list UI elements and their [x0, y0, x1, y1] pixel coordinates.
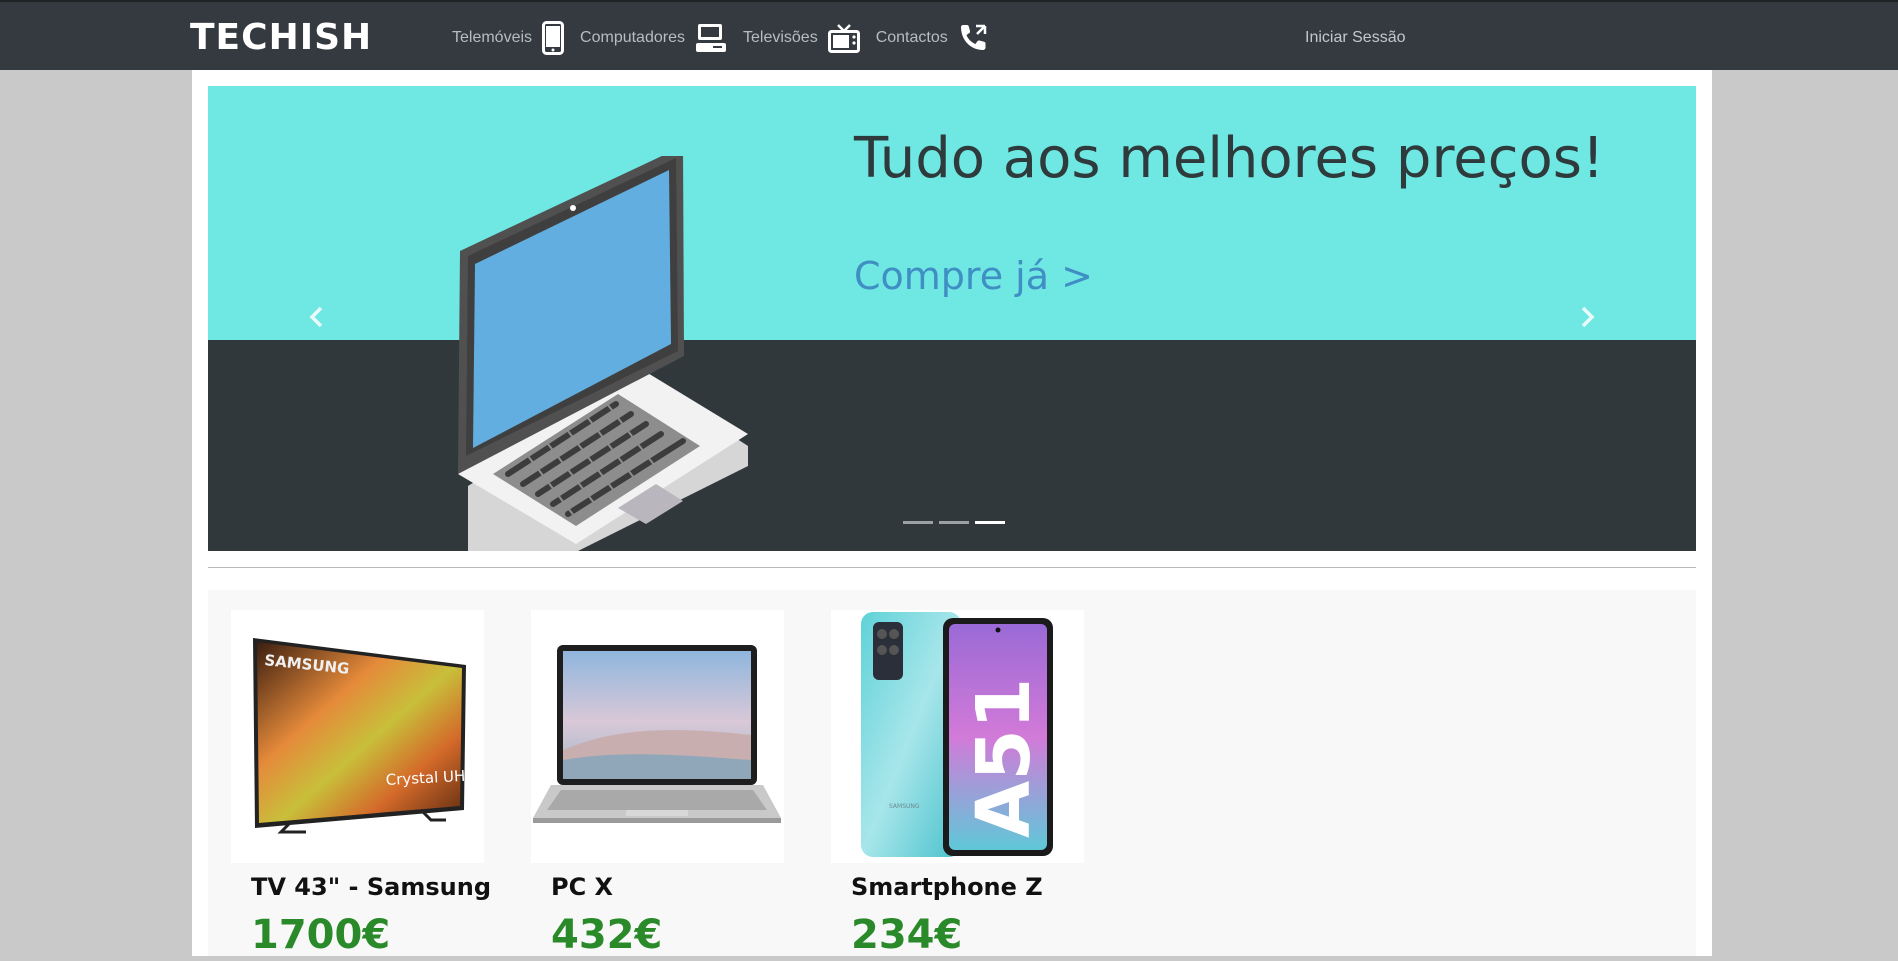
product-name[interactable]: PC X	[551, 869, 786, 909]
product-price: 432€	[551, 912, 663, 958]
carousel-cta-link[interactable]: Compre já >	[854, 254, 1093, 298]
product-card[interactable]: SAMSUNG Crystal UHD TV 43" - Samsung 170…	[231, 610, 491, 961]
product-image[interactable]	[531, 610, 784, 863]
product-card[interactable]: PC X 432€	[531, 610, 786, 961]
nav-item-label: Contactos	[875, 29, 948, 46]
tv-icon	[827, 24, 860, 53]
main-container: Tudo aos melhores preços! Compre já > SA…	[192, 70, 1712, 958]
smartphone-image: SAMSUNG A51	[861, 612, 1053, 857]
product-price: 234€	[851, 912, 963, 958]
carousel-indicator-1[interactable]	[903, 521, 933, 524]
product-name[interactable]: TV 43" - Samsung	[251, 869, 491, 909]
smartphone-icon	[542, 21, 565, 55]
login-link[interactable]: Iniciar Sessão	[1305, 29, 1406, 47]
product-card[interactable]: SAMSUNG A51 Smartphone Z 234€	[831, 610, 1086, 961]
carousel-indicators	[900, 521, 1008, 524]
phone-icon	[960, 24, 986, 50]
carousel-indicator-2[interactable]	[939, 521, 969, 524]
hero-carousel: Tudo aos melhores preços! Compre já >	[208, 86, 1696, 551]
laptop-illustration	[458, 156, 748, 551]
main-nav: Telemóveis Computadores Televisões Conta…	[452, 18, 1004, 58]
product-name[interactable]: Smartphone Z	[851, 869, 1086, 909]
product-image[interactable]: SAMSUNG Crystal UHD	[231, 610, 484, 863]
brand-logo[interactable]: TECHISH	[190, 16, 372, 60]
top-navbar: TECHISH Telemóveis Computadores Televisõ…	[0, 0, 1898, 70]
nav-item-label: Computadores	[580, 29, 685, 46]
nav-item-contactos[interactable]: Contactos	[876, 23, 988, 53]
carousel-indicator-3[interactable]	[975, 521, 1005, 524]
desktop-computer-icon	[695, 24, 726, 52]
laptop-image	[533, 645, 781, 823]
carousel-next-icon[interactable]	[1572, 302, 1602, 332]
nav-item-computadores[interactable]: Computadores	[580, 23, 727, 53]
phone-back-brand-text: SAMSUNG	[889, 803, 920, 810]
phone-model-text: A51	[961, 678, 1047, 838]
product-price: 1700€	[251, 912, 391, 958]
carousel-headline: Tudo aos melhores preços!	[854, 126, 1605, 191]
carousel-prev-icon[interactable]	[302, 302, 332, 332]
product-image[interactable]: SAMSUNG A51	[831, 610, 1084, 863]
section-divider	[208, 567, 1696, 568]
nav-item-label: Televisões	[742, 29, 818, 46]
product-list: SAMSUNG Crystal UHD TV 43" - Samsung 170…	[208, 590, 1696, 958]
samsung-tv-image: SAMSUNG Crystal UHD	[253, 638, 477, 834]
nav-item-telemoveis[interactable]: Telemóveis	[452, 21, 565, 55]
nav-item-label: Telemóveis	[452, 29, 533, 46]
nav-item-televisoes[interactable]: Televisões	[743, 23, 860, 53]
